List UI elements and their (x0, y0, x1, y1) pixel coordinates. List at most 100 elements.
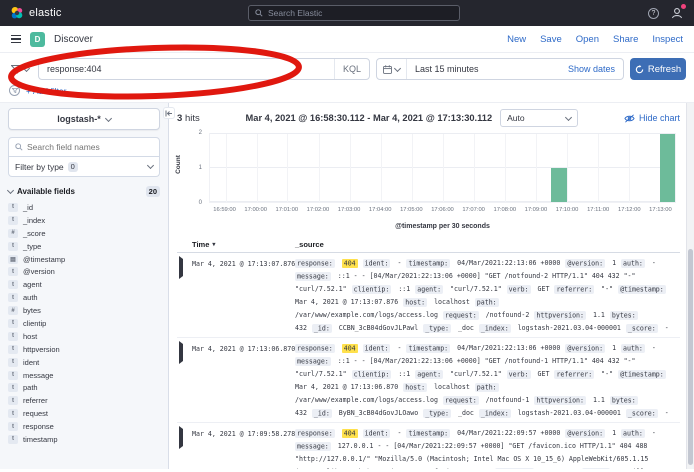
interval-select[interactable]: Auto (500, 109, 578, 127)
filter-options-icon[interactable] (9, 85, 20, 96)
y-tick-label: 1 (199, 165, 202, 171)
field-list-item[interactable]: tauth (8, 291, 160, 304)
action-new[interactable]: New (507, 34, 526, 45)
hide-chart-button[interactable]: Hide chart (624, 113, 680, 123)
source-field-name: auth: (621, 259, 645, 268)
field-list-item[interactable]: t@version (8, 265, 160, 278)
source-field-value: 1 (612, 259, 616, 267)
quick-select-menu-button[interactable] (377, 59, 407, 79)
notification-dot (681, 4, 686, 9)
histogram-chart: Count 012 16:59:0017:00:0017:01:0017:02:… (177, 129, 680, 233)
field-list-item[interactable]: t_index (8, 214, 160, 227)
field-list-item[interactable]: t_type (8, 240, 160, 253)
field-name: ident (23, 358, 39, 367)
filter-by-type-label: Filter by type (15, 162, 64, 172)
documents-table: Time ▾ _source Mar 4, 2021 @ 17:13:07.87… (177, 236, 680, 469)
source-field-value: Mar 4, 2021 @ 17:13:07.876 (295, 298, 398, 306)
source-field-value: CCBN_3cB04dGovJLPawl (339, 324, 418, 332)
field-list-item[interactable]: ▤@timestamp (8, 253, 160, 266)
x-tick-label: 17:03:00 (338, 207, 361, 213)
expand-row-button[interactable] (177, 427, 192, 447)
field-search-input[interactable] (27, 142, 153, 152)
time-range-button[interactable]: Last 15 minutes (407, 64, 487, 74)
top-menu-actions: New Save Open Share Inspect (507, 34, 683, 45)
field-list-item[interactable]: ttimestamp (8, 433, 160, 446)
field-list-item[interactable]: tmessage (8, 369, 160, 382)
chart-plot-area[interactable] (209, 133, 676, 203)
field-name: _type (23, 242, 41, 251)
saved-query-menu-button[interactable] (8, 63, 32, 76)
x-gridline (226, 134, 227, 202)
field-name: agent (23, 280, 42, 289)
field-name: _index (23, 216, 45, 225)
field-list-item[interactable]: tident (8, 356, 160, 369)
source-field-name: message: (295, 357, 331, 366)
caret-right-icon (179, 256, 183, 279)
action-open[interactable]: Open (576, 34, 599, 45)
global-search-input[interactable]: Search Elastic (248, 5, 460, 21)
kql-query-input[interactable] (39, 64, 334, 74)
help-icon[interactable]: ? (648, 8, 659, 19)
fields-sidebar: logstash-* Filter by type 0 Available fi… (0, 103, 169, 469)
user-avatar[interactable] (671, 7, 684, 19)
source-field-name: message: (295, 272, 331, 281)
source-field-value: ByBN_3cB04dGovJLOawo (339, 409, 418, 417)
index-pattern-switcher[interactable]: logstash-* (8, 108, 160, 130)
x-gridline (629, 134, 630, 202)
table-rows: Mar 4, 2021 @ 17:13:07.876response: 404i… (177, 253, 680, 469)
available-fields-header[interactable]: Available fields 20 (8, 186, 160, 197)
scrollbar-thumb[interactable] (688, 249, 693, 465)
source-field-name: host: (403, 298, 427, 307)
action-share[interactable]: Share (613, 34, 638, 45)
collapse-sidebar-button[interactable] (163, 107, 175, 119)
field-list-item[interactable]: #bytes (8, 304, 160, 317)
query-language-button[interactable]: KQL (334, 59, 369, 79)
field-list-item[interactable]: thost (8, 330, 160, 343)
field-name: message (23, 371, 53, 380)
field-list-item[interactable]: treferrer (8, 394, 160, 407)
hits-header: 3 hits Mar 4, 2021 @ 16:58:30.112 - Mar … (177, 107, 680, 129)
x-gridline (598, 134, 599, 202)
source-field-name: @timestamp: (618, 285, 666, 294)
field-search-box (8, 137, 160, 157)
field-name: _score (23, 229, 46, 238)
field-list-item[interactable]: trequest (8, 407, 160, 420)
source-field-name: auth: (621, 429, 645, 438)
action-inspect[interactable]: Inspect (652, 34, 683, 45)
x-gridline (257, 134, 258, 202)
source-field-value: /notfound-2 (486, 311, 530, 319)
field-list-item[interactable]: tagent (8, 278, 160, 291)
index-pattern-label: logstash-* (57, 114, 101, 124)
filter-by-type-button[interactable]: Filter by type 0 (8, 157, 160, 177)
field-list-item[interactable]: tresponse (8, 420, 160, 433)
funnel-glyph (12, 88, 18, 93)
elastic-logo[interactable]: elastic (10, 6, 62, 20)
field-list-item[interactable]: #_score (8, 227, 160, 240)
time-column-label: Time (192, 240, 209, 249)
field-list-item[interactable]: tpath (8, 381, 160, 394)
time-column-header[interactable]: Time ▾ (192, 240, 295, 249)
table-row[interactable]: Mar 4, 2021 @ 17:13:07.876response: 404i… (177, 253, 680, 338)
field-list-item[interactable]: tclientip (8, 317, 160, 330)
expand-row-button[interactable] (177, 257, 192, 277)
field-list-item[interactable]: thttpversion (8, 343, 160, 356)
histogram-bar[interactable] (660, 134, 676, 202)
table-row[interactable]: Mar 4, 2021 @ 17:09:58.278response: 404i… (177, 423, 680, 469)
source-field-value: Mar 4, 2021 @ 17:13:06.870 (295, 383, 398, 391)
field-name: path (23, 383, 38, 392)
expand-row-button[interactable] (177, 342, 192, 362)
source-field-value: /notfound-1 (486, 396, 530, 404)
histogram-bar[interactable] (551, 168, 567, 202)
field-list-item[interactable]: t_id (8, 201, 160, 214)
source-field-name: referrer: (554, 370, 594, 379)
menu-icon[interactable] (11, 35, 21, 44)
source-field-value: 432 (295, 409, 307, 417)
add-filter-button[interactable]: + Add filter (26, 86, 66, 96)
action-save[interactable]: Save (540, 34, 562, 45)
refresh-button[interactable]: Refresh (630, 58, 686, 80)
x-tick-label: 17:02:00 (307, 207, 330, 213)
show-dates-button[interactable]: Show dates (560, 64, 623, 74)
discover-app-badge[interactable]: D (30, 32, 45, 47)
source-field-name: clientip: (495, 468, 535, 470)
table-row[interactable]: Mar 4, 2021 @ 17:13:06.870response: 404i… (177, 338, 680, 423)
